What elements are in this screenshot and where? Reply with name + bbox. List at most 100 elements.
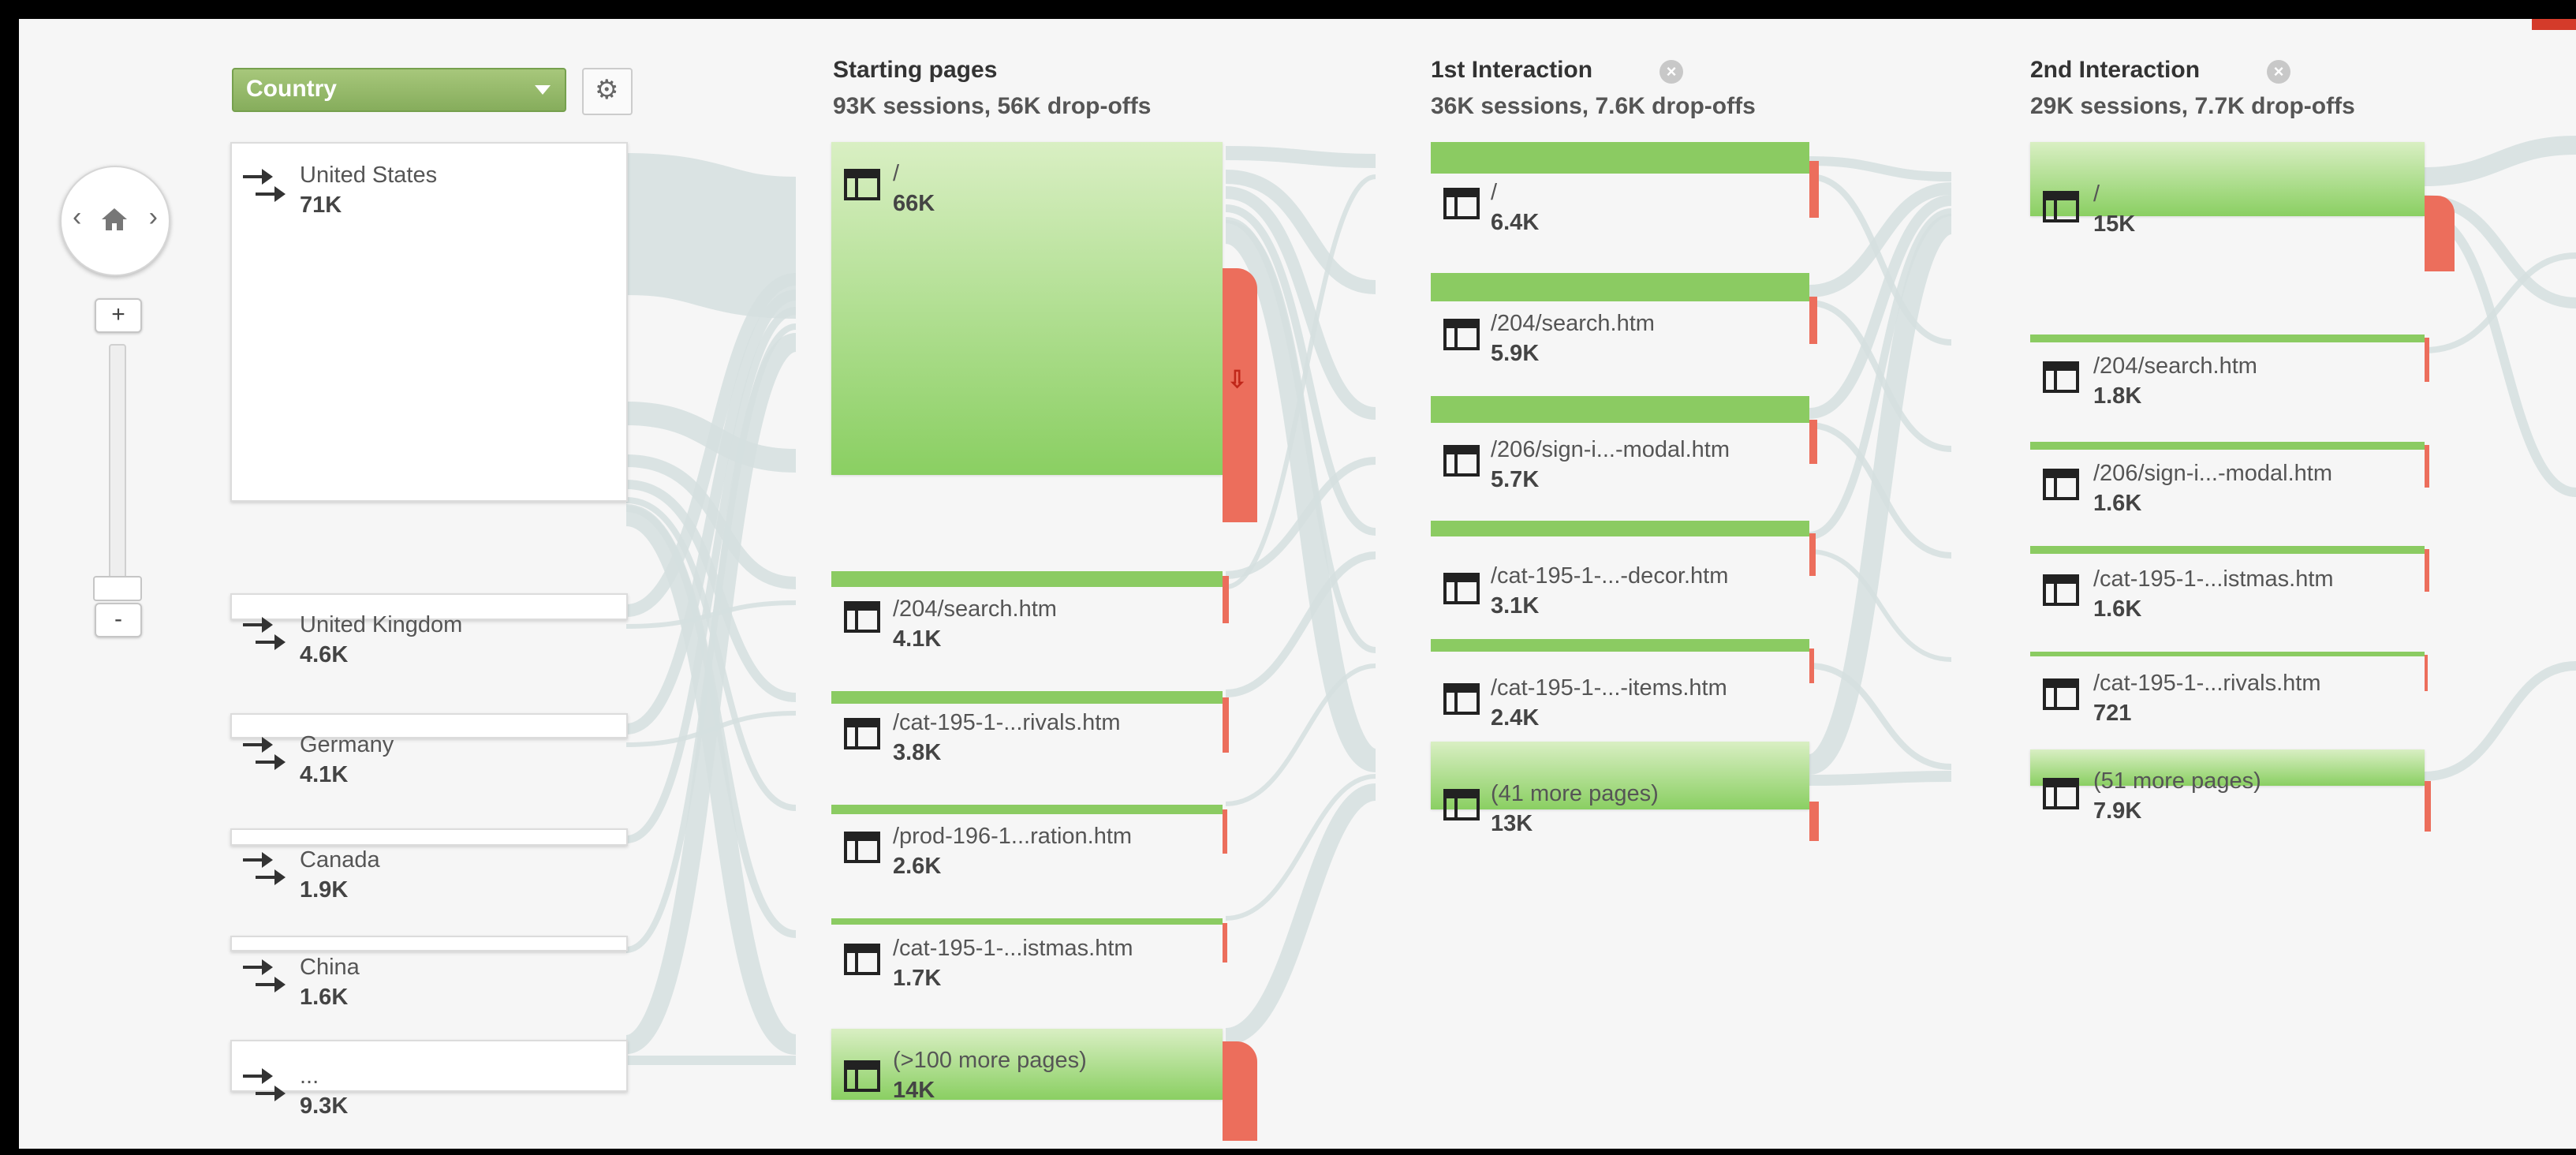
down-arrow-icon: ⇩ (1227, 367, 1248, 393)
page-value: 2.6K (893, 854, 942, 879)
page-node[interactable] (2030, 442, 2425, 450)
settings-button[interactable]: ⚙ (582, 68, 633, 115)
close-icon[interactable]: × (1659, 60, 1683, 84)
dropoff-bar[interactable] (1223, 268, 1257, 522)
country-node[interactable] (230, 936, 628, 951)
page-value: 3.1K (1491, 593, 1540, 619)
page-value: 6.4K (1491, 210, 1540, 235)
page-layout-icon (844, 1060, 880, 1092)
country-name: Canada (300, 847, 380, 873)
pan-navigation[interactable]: ‹ › (60, 166, 170, 276)
chevron-left-icon[interactable]: ‹ (73, 202, 81, 233)
zoom-in-button[interactable]: + (95, 298, 142, 333)
country-name: China (300, 955, 360, 980)
dropoff-bar[interactable] (2425, 338, 2429, 382)
country-node[interactable] (230, 713, 628, 738)
page-node[interactable] (2030, 335, 2425, 342)
page-layout-icon (844, 832, 880, 863)
page-layout-icon (1443, 188, 1480, 219)
dimension-dropdown[interactable]: Country (232, 68, 566, 112)
page-name: /204/search.htm (1491, 311, 1655, 336)
column-subtitle: 29K sessions, 7.7K drop-offs (2030, 93, 2355, 119)
page-value: 3.8K (893, 740, 942, 765)
page-value: 1.6K (2093, 596, 2142, 622)
page-node[interactable] (1431, 142, 1809, 174)
dropoff-bar[interactable] (1223, 697, 1229, 753)
home-icon[interactable] (99, 204, 130, 235)
page-name: / (1491, 180, 1498, 205)
country-name: United Kingdom (300, 612, 463, 637)
page-name: / (893, 161, 900, 186)
zoom-slider[interactable] (109, 344, 126, 596)
page-node[interactable] (831, 918, 1223, 925)
dropoff-bar[interactable] (1809, 802, 1819, 841)
country-node[interactable] (230, 1040, 628, 1092)
page-layout-icon (844, 601, 880, 633)
page-layout-icon (1443, 319, 1480, 350)
flow-link (2424, 136, 2576, 186)
page-node[interactable] (2030, 546, 2425, 554)
page-node[interactable] (2030, 652, 2425, 656)
flow-canvas: ‹ › + - Country ⚙ Starting pages 93K ses… (19, 19, 2576, 1149)
dropoff-bar[interactable] (1809, 649, 1814, 683)
dropoff-bar[interactable] (2425, 549, 2429, 592)
country-node[interactable] (230, 142, 628, 502)
page-name: /204/search.htm (893, 596, 1057, 622)
page-node[interactable] (1431, 273, 1809, 301)
dropoff-bar[interactable] (1223, 923, 1227, 962)
chevron-down-icon (535, 85, 551, 95)
arrows-icon (243, 959, 286, 992)
page-value: 1.7K (893, 966, 942, 991)
page-name: /cat-195-1-...-items.htm (1491, 675, 1727, 701)
country-node[interactable] (230, 828, 628, 846)
close-icon[interactable]: × (2267, 60, 2290, 84)
chevron-right-icon[interactable]: › (149, 202, 158, 233)
dropoff-bar[interactable] (1223, 576, 1229, 623)
page-name: (>100 more pages) (893, 1048, 1087, 1073)
dropoff-bar[interactable] (1809, 297, 1817, 344)
page-name: /cat-195-1-...rivals.htm (893, 710, 1121, 735)
dropoff-bar[interactable] (2425, 781, 2431, 832)
page-node[interactable] (1431, 521, 1809, 536)
page-node[interactable] (1431, 639, 1809, 652)
page-name: /cat-195-1-...rivals.htm (2093, 671, 2321, 696)
dropoff-bar[interactable] (1223, 1041, 1257, 1141)
page-value: 5.7K (1491, 467, 1540, 492)
dropoff-bar[interactable] (2425, 196, 2455, 271)
page-value: 721 (2093, 701, 2132, 726)
page-name: /cat-195-1-...-decor.htm (1491, 563, 1729, 589)
page-node[interactable] (831, 571, 1223, 587)
dropoff-bar[interactable] (1809, 533, 1816, 576)
zoom-out-button[interactable]: - (95, 603, 142, 637)
dropoff-bar[interactable] (1809, 161, 1819, 218)
page-name: /cat-195-1-...istmas.htm (2093, 566, 2334, 592)
dropoff-bar[interactable] (2425, 655, 2428, 691)
page-name: (41 more pages) (1491, 781, 1659, 806)
dropoff-bar[interactable] (2425, 445, 2429, 488)
country-name: ... (300, 1063, 319, 1089)
flow-link (625, 153, 797, 319)
page-layout-icon (2043, 778, 2079, 809)
page-name: /prod-196-1...ration.htm (893, 824, 1133, 849)
page-name: /cat-195-1-...istmas.htm (893, 936, 1133, 961)
page-value: 2.4K (1491, 705, 1540, 731)
page-value: 5.9K (1491, 341, 1540, 366)
arrows-icon (243, 617, 286, 650)
page-node[interactable] (2030, 142, 2425, 216)
column-title: Starting pages (833, 57, 998, 83)
page-value: 1.8K (2093, 383, 2142, 409)
gear-icon: ⚙ (595, 75, 619, 105)
dropoff-bar[interactable] (1809, 420, 1817, 464)
page-layout-icon (844, 169, 880, 200)
page-node[interactable] (831, 691, 1223, 704)
arrows-icon (243, 169, 286, 202)
page-node[interactable] (1431, 396, 1809, 423)
zoom-slider-handle[interactable] (93, 576, 142, 601)
page-layout-icon (2043, 678, 2079, 710)
page-node[interactable] (831, 142, 1223, 475)
page-layout-icon (844, 944, 880, 975)
arrows-icon (243, 852, 286, 885)
page-node[interactable] (831, 805, 1223, 814)
dropoff-bar[interactable] (1223, 809, 1227, 854)
page-name: /206/sign-i...-modal.htm (2093, 461, 2333, 486)
